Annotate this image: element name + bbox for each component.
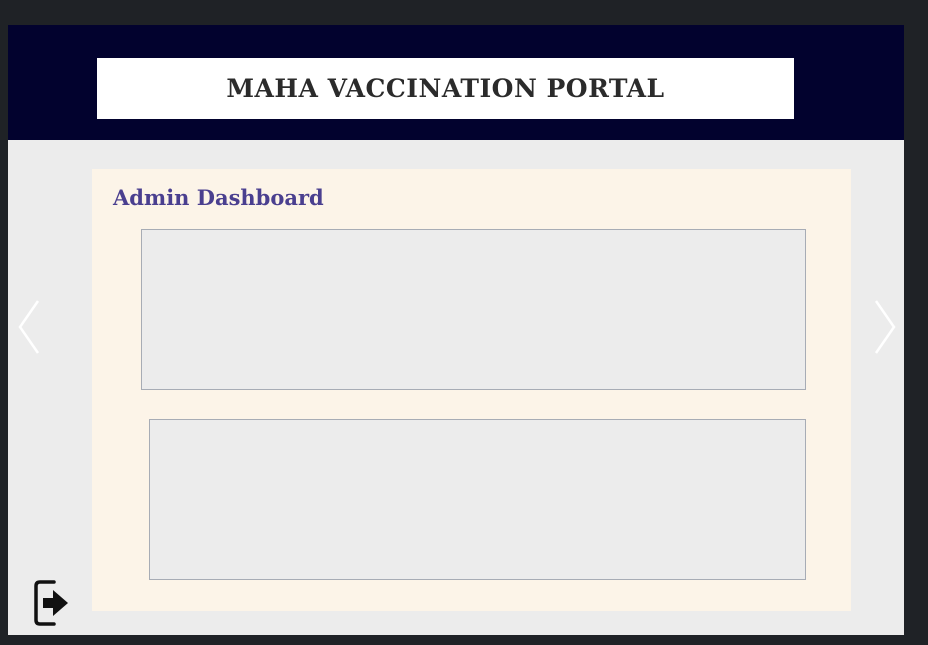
dashboard-content-box-2 bbox=[149, 419, 806, 580]
next-button[interactable] bbox=[870, 297, 900, 357]
header-banner: MAHA VACCINATION PORTAL bbox=[8, 25, 904, 140]
dashboard-panel: Admin Dashboard bbox=[92, 169, 851, 611]
dashboard-content-box-1 bbox=[141, 229, 806, 390]
logout-button[interactable] bbox=[32, 577, 72, 629]
chevron-left-icon bbox=[18, 300, 40, 354]
page-title: MAHA VACCINATION PORTAL bbox=[226, 74, 665, 103]
previous-button[interactable] bbox=[14, 297, 44, 357]
sign-out-icon bbox=[34, 580, 68, 626]
app-frame: MAHA VACCINATION PORTAL Admin Dashboard bbox=[8, 25, 904, 635]
dashboard-heading: Admin Dashboard bbox=[113, 185, 324, 210]
chevron-right-icon bbox=[874, 300, 896, 354]
title-box: MAHA VACCINATION PORTAL bbox=[97, 58, 794, 119]
